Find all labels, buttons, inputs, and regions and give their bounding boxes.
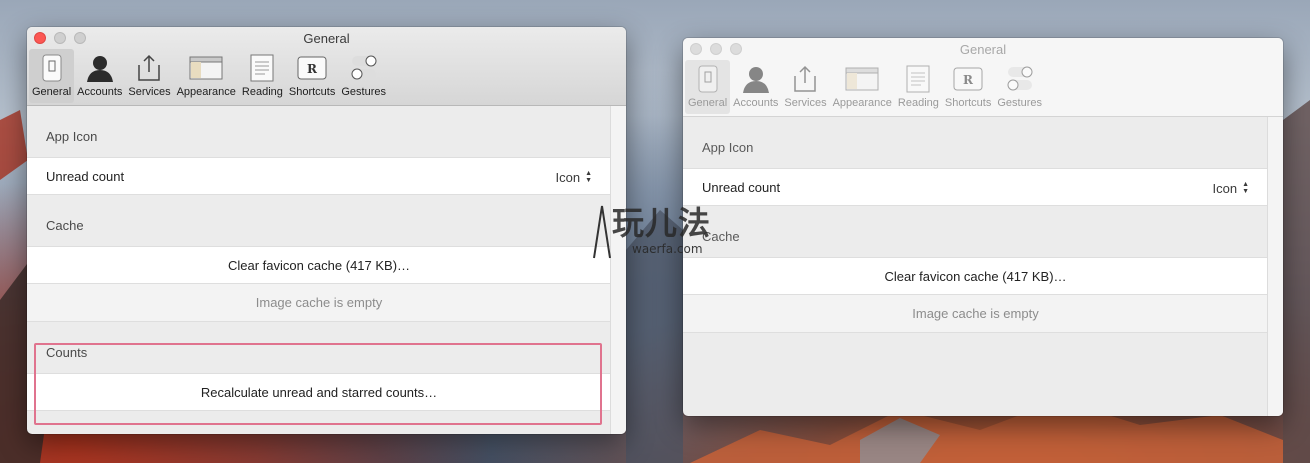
preferences-content: App Icon Unread count Icon ▲ ▼ Cache Clea… xyxy=(27,106,611,434)
tab-reading[interactable]: Reading xyxy=(895,60,942,114)
section-header-app-icon: App Icon xyxy=(702,140,754,155)
chevron-up-down-icon: ▲ ▼ xyxy=(1242,181,1249,195)
popup-value: Icon xyxy=(1212,180,1238,196)
tab-label: Services xyxy=(784,97,827,109)
unread-count-row: Unread count Icon ▲ ▼ xyxy=(27,157,611,195)
title-bar: General General Accounts Services Appear… xyxy=(27,27,626,106)
clear-favicon-cache-button[interactable]: Clear favicon cache (417 KB)… xyxy=(27,246,611,284)
unread-count-label: Unread count xyxy=(702,179,781,195)
tab-label: Appearance xyxy=(176,86,236,98)
tab-accounts[interactable]: Accounts xyxy=(74,49,125,103)
general-icon xyxy=(35,52,69,84)
unread-count-popup[interactable]: Icon ▲ ▼ xyxy=(1212,169,1249,207)
window-title: General xyxy=(959,42,1007,57)
preferences-toolbar: General Accounts Services Appearance Rea… xyxy=(29,49,389,103)
services-icon xyxy=(788,63,822,95)
unread-count-row: Unread count Icon ▲ ▼ xyxy=(683,168,1268,206)
clear-favicon-cache-button[interactable]: Clear favicon cache (417 KB)… xyxy=(683,257,1268,295)
watermark-text: 玩儿法 xyxy=(612,204,712,242)
tab-services[interactable]: Services xyxy=(781,60,829,114)
preferences-window-general-inactive: General General Accounts Services Appear… xyxy=(683,38,1283,416)
tab-label: Shortcuts xyxy=(944,97,992,109)
tab-shortcuts[interactable]: R Shortcuts xyxy=(286,49,338,103)
appearance-icon xyxy=(189,52,223,84)
tab-label: Appearance xyxy=(832,97,892,109)
tab-gestures[interactable]: Gestures xyxy=(338,49,389,103)
watermark-logo: 玩儿法 waerfa.com xyxy=(590,198,740,260)
scrollbar[interactable] xyxy=(610,106,626,434)
tab-reading[interactable]: Reading xyxy=(239,49,286,103)
tab-label: Accounts xyxy=(77,86,123,98)
preferences-content: App Icon Unread count Icon ▲ ▼ Cache Clea… xyxy=(683,117,1268,416)
tab-appearance[interactable]: Appearance xyxy=(830,60,895,114)
section-header-counts: Counts xyxy=(46,345,88,360)
gestures-icon xyxy=(1003,63,1037,95)
tab-label: Gestures xyxy=(341,86,386,98)
section-header-app-icon: App Icon xyxy=(46,129,98,144)
unread-count-label: Unread count xyxy=(46,168,125,184)
image-cache-status: Image cache is empty xyxy=(27,284,611,322)
appearance-icon xyxy=(845,63,879,95)
tab-accounts[interactable]: Accounts xyxy=(730,60,781,114)
shortcuts-icon: R xyxy=(951,63,985,95)
tab-label: General xyxy=(32,86,72,98)
svg-text:R: R xyxy=(963,73,974,87)
services-icon xyxy=(132,52,166,84)
tab-gestures[interactable]: Gestures xyxy=(994,60,1045,114)
tab-general[interactable]: General xyxy=(685,60,731,114)
accounts-icon xyxy=(83,52,117,84)
title-bar: General General Accounts Services Appear… xyxy=(683,38,1283,117)
preferences-window-general: General General Accounts Services Appear… xyxy=(27,27,626,434)
reading-icon xyxy=(245,52,279,84)
preferences-toolbar: General Accounts Services Appearance Rea… xyxy=(685,60,1045,114)
reading-icon xyxy=(901,63,935,95)
general-icon xyxy=(691,63,725,95)
tab-label: Reading xyxy=(897,97,939,109)
watermark-url: waerfa.com xyxy=(632,242,703,256)
section-header-cache: Cache xyxy=(702,229,740,244)
tab-label: Gestures xyxy=(997,97,1042,109)
tab-label: General xyxy=(688,97,728,109)
tab-shortcuts[interactable]: R Shortcuts xyxy=(942,60,994,114)
popup-value: Icon xyxy=(555,169,581,185)
unread-count-popup[interactable]: Icon ▲ ▼ xyxy=(555,158,592,196)
tab-appearance[interactable]: Appearance xyxy=(174,49,239,103)
gestures-icon xyxy=(347,52,381,84)
recalculate-counts-button[interactable]: Recalculate unread and starred counts… xyxy=(27,373,611,411)
image-cache-status: Image cache is empty xyxy=(683,295,1268,333)
tab-label: Shortcuts xyxy=(288,86,336,98)
scrollbar[interactable] xyxy=(1267,117,1283,416)
chevron-up-down-icon: ▲ ▼ xyxy=(585,170,592,184)
tab-label: Reading xyxy=(241,86,283,98)
svg-text:R: R xyxy=(307,62,318,76)
tab-services[interactable]: Services xyxy=(125,49,173,103)
tab-label: Accounts xyxy=(733,97,779,109)
window-title: General xyxy=(303,31,350,46)
tab-label: Services xyxy=(128,86,171,98)
accounts-icon xyxy=(739,63,773,95)
section-header-cache: Cache xyxy=(46,218,84,233)
tab-general[interactable]: General xyxy=(29,49,75,103)
shortcuts-icon: R xyxy=(295,52,329,84)
